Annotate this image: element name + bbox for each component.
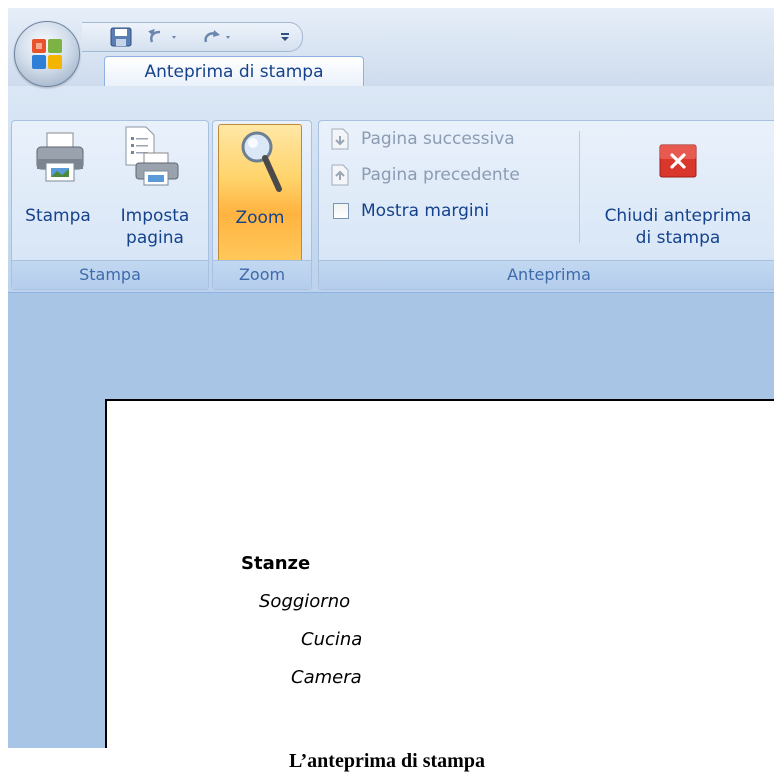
page-setup-label-1: Imposta	[120, 206, 190, 226]
title-bar: Anteprima di stampa	[8, 8, 774, 88]
close-preview-label-2: di stampa	[635, 228, 721, 248]
previous-page-label: Pagina precedente	[361, 165, 520, 185]
next-page-label: Pagina successiva	[361, 129, 515, 149]
zoom-button-label: Zoom	[235, 208, 285, 228]
group-label-zoom: Zoom	[213, 260, 311, 289]
previous-page-button[interactable]: Pagina precedente	[327, 161, 577, 189]
show-margins-toggle[interactable]: Mostra margini	[327, 197, 577, 225]
tab-print-preview[interactable]: Anteprima di stampa	[104, 56, 364, 88]
next-page-button[interactable]: Pagina successiva	[327, 125, 577, 153]
group-label-stampa: Stampa	[12, 260, 208, 289]
group-separator	[579, 131, 580, 243]
page-heading: Stanze	[241, 553, 311, 574]
redo-icon[interactable]	[198, 27, 238, 47]
page-setup-button[interactable]: Imposta pagina	[106, 123, 204, 257]
printer-icon	[36, 132, 84, 182]
quick-access-toolbar	[82, 22, 303, 52]
next-page-icon	[331, 128, 349, 150]
close-preview-label-1: Chiudi anteprima	[604, 206, 752, 226]
show-margins-label: Mostra margini	[361, 201, 490, 221]
print-preview-area[interactable]: Stanze Soggiorno Cucina Camera	[8, 293, 774, 748]
show-margins-checkbox[interactable]	[333, 203, 349, 219]
page-item: Camera	[291, 667, 362, 688]
group-stampa: Stampa Imposta pagina Stampa	[11, 120, 209, 290]
application-window: Anteprima di stampa Stampa Imposta pagin…	[8, 8, 774, 748]
ribbon: Stampa Imposta pagina Stampa Zoom Zoom P…	[8, 86, 774, 293]
previous-page-icon	[331, 164, 349, 186]
close-icon	[659, 144, 697, 178]
group-zoom: Zoom Zoom	[212, 120, 312, 290]
customize-qat-icon[interactable]	[278, 27, 292, 47]
page-item: Soggiorno	[259, 591, 351, 612]
ribbon-tab-bar: Anteprima di stampa	[8, 56, 774, 88]
print-button-label: Stampa	[25, 206, 91, 226]
page-item: Cucina	[301, 629, 363, 650]
zoom-button[interactable]: Zoom	[218, 124, 302, 262]
preview-page[interactable]: Stanze Soggiorno Cucina Camera	[105, 399, 774, 748]
page-setup-label-2: pagina	[126, 228, 184, 248]
office-logo-icon	[32, 39, 62, 69]
page-setup-icon	[125, 126, 179, 186]
magnifier-icon	[241, 131, 282, 192]
office-button[interactable]	[14, 21, 80, 87]
undo-icon[interactable]	[146, 27, 184, 47]
group-anteprima: Pagina successiva Pagina precedente Most…	[318, 120, 774, 290]
close-preview-button[interactable]: Chiudi anteprima di stampa	[585, 123, 774, 257]
group-label-anteprima: Anteprima	[319, 260, 774, 289]
save-icon[interactable]	[110, 27, 132, 47]
figure-caption: L’anteprima di stampa	[289, 750, 485, 772]
print-button[interactable]: Stampa	[14, 123, 102, 257]
